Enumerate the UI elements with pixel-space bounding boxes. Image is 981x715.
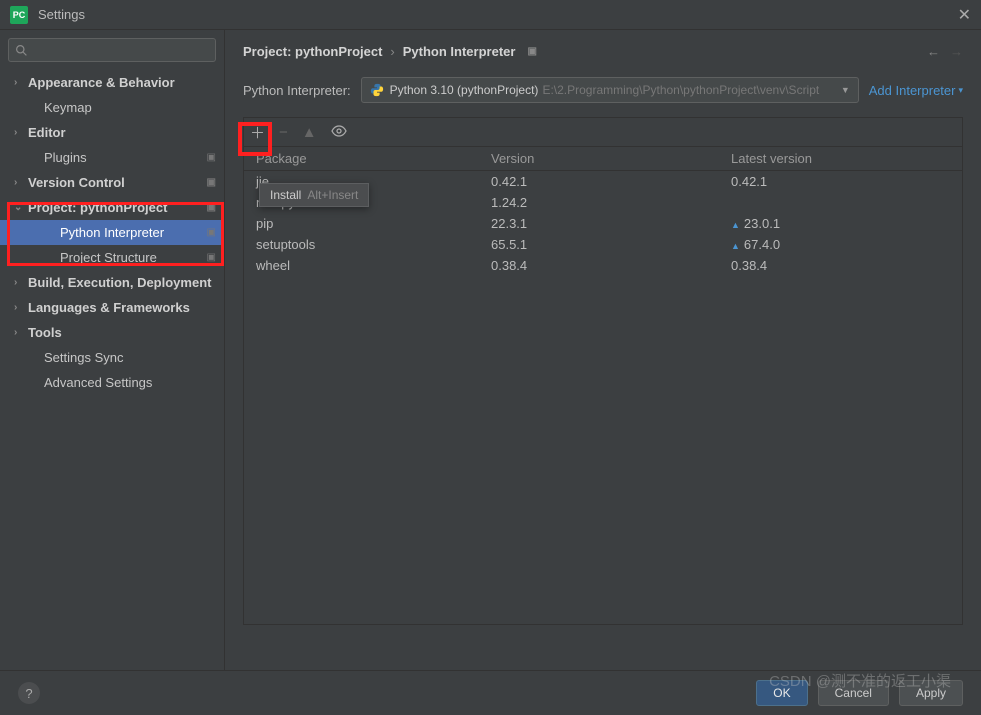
- install-tooltip: InstallAlt+Insert: [259, 183, 369, 207]
- cell-latest: 0.42.1: [731, 174, 962, 189]
- chevron-icon: ›: [14, 77, 24, 88]
- sidebar-item-label: Keymap: [44, 100, 92, 115]
- sidebar-item[interactable]: Python Interpreter ▣: [0, 220, 224, 245]
- scope-icon: ▣: [527, 46, 536, 57]
- interpreter-label: Python Interpreter:: [243, 83, 351, 98]
- cell-package: wheel: [256, 258, 491, 273]
- header-package[interactable]: Package: [256, 151, 491, 166]
- scope-icon: ▣: [207, 252, 216, 263]
- header-version[interactable]: Version: [491, 151, 731, 166]
- cell-version: 0.38.4: [491, 258, 731, 273]
- interpreter-dropdown[interactable]: Python 3.10 (pythonProject) E:\2.Program…: [361, 77, 859, 103]
- ok-button[interactable]: OK: [756, 680, 807, 706]
- cell-package: setuptools: [256, 237, 491, 252]
- interpreter-path: E:\2.Programming\Python\pythonProject\ve…: [542, 83, 819, 97]
- cell-version: 1.24.2: [491, 195, 731, 210]
- cell-latest: ▲23.0.1: [731, 216, 962, 231]
- sidebar-item-label: Build, Execution, Deployment: [28, 275, 211, 290]
- sidebar-item-label: Plugins: [44, 150, 87, 165]
- sidebar-item-label: Appearance & Behavior: [28, 75, 175, 90]
- cell-latest: 0.38.4: [731, 258, 962, 273]
- breadcrumb: Project: pythonProject › Python Interpre…: [243, 44, 963, 59]
- close-icon[interactable]: ✕: [958, 5, 971, 25]
- sidebar-item-label: Project: pythonProject: [28, 200, 167, 215]
- upgrade-icon: ▲: [731, 241, 740, 251]
- search-input[interactable]: [32, 43, 209, 57]
- header-latest[interactable]: Latest version: [731, 151, 962, 166]
- chevron-right-icon: ›: [390, 44, 394, 59]
- chevron-down-icon: ▼: [841, 85, 850, 95]
- app-icon: PC: [10, 6, 28, 24]
- help-button[interactable]: ?: [18, 682, 40, 704]
- sidebar-item-label: Version Control: [28, 175, 125, 190]
- cell-package: pip: [256, 216, 491, 231]
- sidebar-item-label: Editor: [28, 125, 66, 140]
- sidebar-item[interactable]: › Build, Execution, Deployment: [0, 270, 224, 295]
- sidebar-item[interactable]: Settings Sync: [0, 345, 224, 370]
- scope-icon: ▣: [207, 152, 216, 163]
- nav-forward-icon[interactable]: →: [950, 44, 963, 59]
- table-row[interactable]: wheel0.38.40.38.4: [244, 255, 962, 276]
- remove-package-button[interactable]: −: [279, 124, 288, 141]
- sidebar-item[interactable]: Plugins ▣: [0, 145, 224, 170]
- nav-back-icon[interactable]: ←: [927, 44, 940, 59]
- table-header: Package Version Latest version: [244, 147, 962, 171]
- sidebar-item-label: Languages & Frameworks: [28, 300, 190, 315]
- sidebar-item-label: Settings Sync: [44, 350, 124, 365]
- cell-version: 0.42.1: [491, 174, 731, 189]
- cell-version: 65.5.1: [491, 237, 731, 252]
- sidebar-item-label: Project Structure: [60, 250, 157, 265]
- breadcrumb-page: Python Interpreter: [403, 44, 516, 59]
- sidebar-item[interactable]: ⌄ Project: pythonProject ▣: [0, 195, 224, 220]
- packages-table: Package Version Latest version jie0.42.1…: [243, 147, 963, 625]
- chevron-icon: ›: [14, 302, 24, 313]
- chevron-icon: ›: [14, 127, 24, 138]
- sidebar-item-label: Advanced Settings: [44, 375, 152, 390]
- scope-icon: ▣: [207, 227, 216, 238]
- search-icon: [15, 44, 28, 57]
- sidebar-item[interactable]: Advanced Settings: [0, 370, 224, 395]
- sidebar: › Appearance & Behavior Keymap › Editor Plugi…: [0, 30, 225, 670]
- add-interpreter-link[interactable]: Add Interpreter▾: [869, 83, 963, 98]
- add-package-button[interactable]: ＋: [250, 122, 265, 143]
- sidebar-item[interactable]: Project Structure ▣: [0, 245, 224, 270]
- sidebar-item[interactable]: Keymap: [0, 95, 224, 120]
- sidebar-item[interactable]: › Appearance & Behavior: [0, 70, 224, 95]
- sidebar-item[interactable]: › Tools: [0, 320, 224, 345]
- titlebar: PC Settings ✕: [0, 0, 981, 30]
- settings-tree: › Appearance & Behavior Keymap › Editor Plugi…: [0, 70, 224, 395]
- footer: ? OK Cancel Apply: [0, 670, 981, 715]
- python-icon: [370, 83, 384, 97]
- main-panel: ← → Project: pythonProject › Python Inte…: [225, 30, 981, 670]
- sidebar-item[interactable]: › Version Control ▣: [0, 170, 224, 195]
- scope-icon: ▣: [207, 202, 216, 213]
- upgrade-icon: ▲: [731, 220, 740, 230]
- table-row[interactable]: setuptools65.5.1▲67.4.0: [244, 234, 962, 255]
- package-toolbar: ＋ − ▲: [243, 117, 963, 147]
- window-title: Settings: [38, 7, 85, 22]
- scope-icon: ▣: [207, 177, 216, 188]
- sidebar-item-label: Tools: [28, 325, 62, 340]
- chevron-icon: ⌄: [14, 202, 24, 213]
- sidebar-item[interactable]: › Languages & Frameworks: [0, 295, 224, 320]
- eye-icon[interactable]: [331, 124, 347, 141]
- table-row[interactable]: pip22.3.1▲23.0.1: [244, 213, 962, 234]
- sidebar-item-label: Python Interpreter: [60, 225, 164, 240]
- apply-button[interactable]: Apply: [899, 680, 963, 706]
- sidebar-item[interactable]: › Editor: [0, 120, 224, 145]
- chevron-icon: ›: [14, 177, 24, 188]
- cancel-button[interactable]: Cancel: [818, 680, 889, 706]
- search-input-container[interactable]: [8, 38, 216, 62]
- cell-latest: ▲67.4.0: [731, 237, 962, 252]
- interpreter-name: Python 3.10 (pythonProject): [390, 83, 539, 97]
- breadcrumb-project: Project: pythonProject: [243, 44, 382, 59]
- cell-version: 22.3.1: [491, 216, 731, 231]
- chevron-icon: ›: [14, 327, 24, 338]
- chevron-icon: ›: [14, 277, 24, 288]
- upgrade-package-button[interactable]: ▲: [302, 124, 317, 141]
